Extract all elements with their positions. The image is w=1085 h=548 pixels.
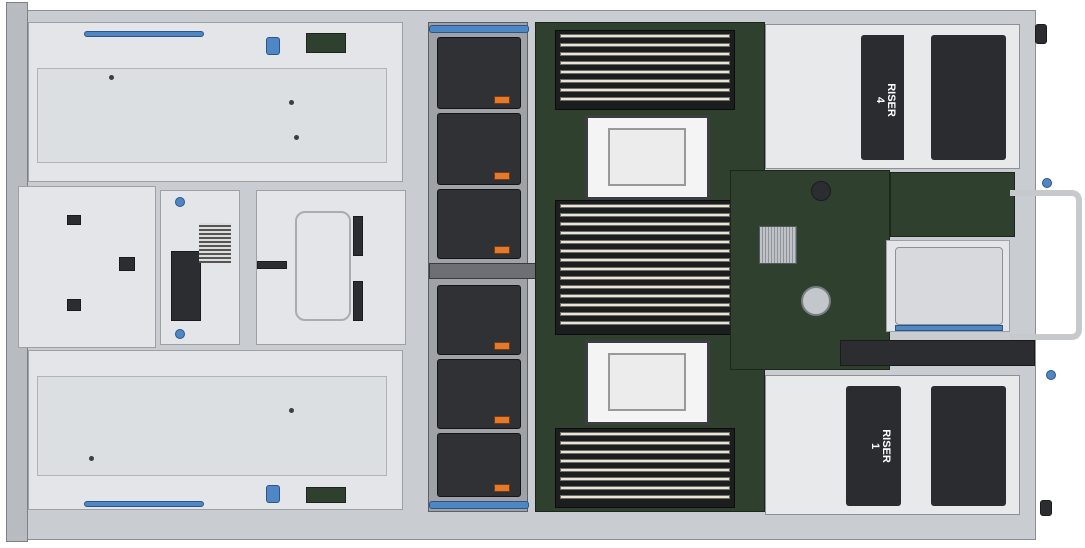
dimm-module[interactable] bbox=[560, 450, 730, 454]
dimm-module[interactable] bbox=[560, 222, 730, 226]
dimm-module[interactable] bbox=[560, 294, 730, 298]
drive-cage-middle[interactable] bbox=[18, 186, 156, 348]
blue-latch[interactable] bbox=[266, 37, 280, 55]
dimm-module[interactable] bbox=[560, 240, 730, 244]
connector-board bbox=[306, 33, 346, 53]
dimm-module[interactable] bbox=[560, 88, 730, 92]
cpu-socket-1 bbox=[585, 115, 710, 200]
dimm-module[interactable] bbox=[560, 321, 730, 325]
dimm-module[interactable] bbox=[560, 70, 730, 74]
dimm-module[interactable] bbox=[560, 303, 730, 307]
dimm-module[interactable] bbox=[560, 285, 730, 289]
dimm-module[interactable] bbox=[560, 43, 730, 47]
rear-pull-handle[interactable] bbox=[1010, 190, 1082, 340]
fan-module[interactable] bbox=[437, 113, 521, 185]
rear-latch-bottom[interactable] bbox=[1040, 500, 1052, 516]
rear-latch-blue-2[interactable] bbox=[1046, 370, 1056, 380]
blue-rail-top[interactable] bbox=[84, 31, 204, 37]
dimm-module[interactable] bbox=[560, 477, 730, 481]
dimm-module[interactable] bbox=[560, 312, 730, 316]
cpu-socket-2 bbox=[585, 340, 710, 425]
dimm-module[interactable] bbox=[560, 441, 730, 445]
riser-1-label: RISER 1 bbox=[869, 429, 892, 463]
dimm-module[interactable] bbox=[560, 61, 730, 65]
blue-rail-bottom[interactable] bbox=[84, 501, 204, 507]
cmos-battery bbox=[801, 286, 831, 316]
fan-module[interactable] bbox=[437, 37, 521, 109]
dimm-module[interactable] bbox=[560, 258, 730, 262]
fan-module[interactable] bbox=[437, 433, 521, 497]
dimm-module[interactable] bbox=[560, 97, 730, 101]
dimm-module[interactable] bbox=[560, 459, 730, 463]
air-baffle-bracket bbox=[256, 190, 406, 345]
dimm-module[interactable] bbox=[560, 249, 730, 253]
dimm-module[interactable] bbox=[560, 79, 730, 83]
chipset-heatsink bbox=[759, 226, 797, 264]
dimm-module[interactable] bbox=[560, 495, 730, 499]
psu-bay[interactable] bbox=[886, 240, 1010, 332]
dimm-module[interactable] bbox=[560, 276, 730, 280]
riser-4-label: RISER 4 bbox=[874, 83, 897, 117]
dimm-module[interactable] bbox=[560, 468, 730, 472]
dimm-module[interactable] bbox=[560, 231, 730, 235]
dimm-module[interactable] bbox=[560, 34, 730, 38]
rear-latch-top[interactable] bbox=[1035, 24, 1047, 44]
fan-wall bbox=[428, 22, 559, 512]
dimm-module[interactable] bbox=[560, 52, 730, 56]
dimm-module[interactable] bbox=[560, 486, 730, 490]
rear-latch-blue[interactable] bbox=[1042, 178, 1052, 188]
dimm-module[interactable] bbox=[560, 213, 730, 217]
fan-module[interactable] bbox=[437, 285, 521, 355]
fan-module[interactable] bbox=[437, 359, 521, 429]
fan-module[interactable] bbox=[437, 189, 521, 259]
drive-cage-top[interactable] bbox=[28, 22, 403, 182]
fan-wall-bottom-handle[interactable] bbox=[429, 501, 529, 509]
fan-bracket-panel bbox=[160, 190, 240, 345]
dimm-module[interactable] bbox=[560, 204, 730, 208]
io-board bbox=[890, 172, 1015, 237]
drive-cage-bottom[interactable] bbox=[28, 350, 403, 510]
dimm-module[interactable] bbox=[560, 432, 730, 436]
riser-1[interactable]: RISER 1 bbox=[765, 375, 1020, 515]
pcie-connector bbox=[840, 340, 1035, 366]
fan-wall-top-handle[interactable] bbox=[429, 25, 529, 33]
blue-latch-bottom[interactable] bbox=[266, 485, 280, 503]
dimm-module[interactable] bbox=[560, 267, 730, 271]
riser-4[interactable]: RISER 4 bbox=[765, 24, 1020, 169]
